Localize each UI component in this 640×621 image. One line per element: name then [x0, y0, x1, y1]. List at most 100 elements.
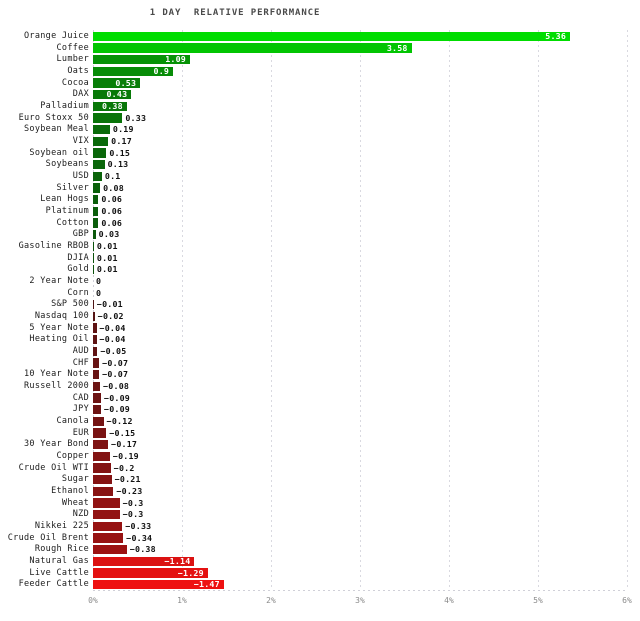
- bar-row[interactable]: GBP 0.03: [0, 228, 640, 240]
- category-label: 10 Year Note: [23, 369, 89, 380]
- category-label: Silver: [56, 182, 89, 193]
- bar[interactable]: [93, 218, 99, 228]
- bar[interactable]: [93, 346, 98, 356]
- bar-row[interactable]: Soybean Meal 0.19: [0, 123, 640, 135]
- bar-row[interactable]: Platinum 0.06: [0, 205, 640, 217]
- bar-row[interactable]: Heating Oil −0.04: [0, 333, 640, 345]
- bar-row[interactable]: Cocoa 0.53: [0, 77, 640, 89]
- bar[interactable]: [93, 124, 110, 135]
- category-label: Copper: [56, 451, 89, 461]
- bar-row[interactable]: Silver 0.08: [0, 182, 640, 194]
- bar[interactable]: [93, 509, 120, 520]
- bar-row[interactable]: Sugar −0.21: [0, 473, 640, 485]
- bar[interactable]: [93, 498, 120, 508]
- bar-row[interactable]: 2 Year Note 0: [0, 275, 640, 287]
- bar-row[interactable]: VIX 0.17: [0, 135, 640, 147]
- bar[interactable]: [93, 486, 114, 496]
- bar-value-label: 0: [96, 276, 102, 286]
- bar-row[interactable]: CHF −0.07: [0, 357, 640, 369]
- bar[interactable]: [93, 148, 107, 158]
- bar[interactable]: [93, 393, 101, 403]
- bar-row[interactable]: Copper −0.19: [0, 450, 640, 462]
- bar-row[interactable]: Russell 2000 −0.08: [0, 380, 640, 392]
- bar[interactable]: [93, 229, 96, 240]
- bar-row[interactable]: DAX 0.43: [0, 88, 640, 100]
- bar[interactable]: [93, 474, 112, 485]
- bar-row[interactable]: S&P 500 −0.01: [0, 298, 640, 310]
- bar-row[interactable]: DJIA 0.01: [0, 252, 640, 264]
- bar-row[interactable]: 30 Year Bond −0.17: [0, 438, 640, 450]
- bar-value-label: −0.15: [109, 427, 136, 438]
- bar-row[interactable]: Coffee 3.58: [0, 42, 640, 54]
- bar-row[interactable]: Palladium 0.38: [0, 100, 640, 112]
- bar-row[interactable]: Gold 0.01: [0, 263, 640, 275]
- bar[interactable]: [93, 311, 95, 321]
- bar-row[interactable]: EUR −0.15: [0, 427, 640, 439]
- x-tick-5%: 5%: [533, 596, 543, 605]
- bar-row[interactable]: Crude Oil Brent −0.34: [0, 532, 640, 544]
- bar-row[interactable]: Corn 0: [0, 287, 640, 299]
- bar[interactable]: [93, 323, 97, 333]
- bar[interactable]: [93, 206, 99, 216]
- bar-value-label: −1.14: [164, 556, 191, 566]
- bar[interactable]: [93, 358, 100, 368]
- bar[interactable]: [93, 463, 111, 473]
- bar[interactable]: [93, 299, 94, 310]
- category-label: 2 Year Note: [29, 276, 89, 286]
- bar[interactable]: [93, 369, 100, 380]
- bar-row[interactable]: Nasdaq 100 −0.02: [0, 310, 640, 322]
- bar-row[interactable]: Euro Stoxx 50 0.33: [0, 112, 640, 124]
- bar-row[interactable]: Canola −0.12: [0, 415, 640, 427]
- bar[interactable]: [93, 428, 107, 438]
- bar[interactable]: [93, 416, 104, 426]
- category-label: AUD: [72, 346, 89, 356]
- bar-row[interactable]: NZD −0.3: [0, 508, 640, 520]
- bar-row[interactable]: Lumber 1.09: [0, 53, 640, 65]
- category-label: VIX: [72, 136, 89, 146]
- bar-row[interactable]: Nikkei 225 −0.33: [0, 520, 640, 532]
- bar-row[interactable]: Feeder Cattle −1.47: [0, 578, 640, 590]
- bar[interactable]: [93, 334, 97, 345]
- bar[interactable]: [93, 404, 101, 415]
- bar[interactable]: [93, 171, 102, 181]
- bar-row[interactable]: Live Cattle −1.29: [0, 567, 640, 579]
- bar-row[interactable]: Wheat −0.3: [0, 497, 640, 509]
- bar[interactable]: [93, 241, 94, 251]
- bar[interactable]: [93, 381, 101, 391]
- bar-row[interactable]: Natural Gas −1.14: [0, 555, 640, 567]
- category-label: Lumber: [56, 54, 89, 65]
- bar-row[interactable]: Soybean oil 0.15: [0, 147, 640, 159]
- bar[interactable]: [93, 136, 109, 146]
- bar-row[interactable]: Gasoline RBOB 0.01: [0, 240, 640, 252]
- bar-row[interactable]: Soybeans 0.13: [0, 158, 640, 170]
- category-label: Crude Oil Brent: [7, 532, 89, 543]
- bar[interactable]: [93, 159, 105, 170]
- bar[interactable]: [93, 194, 99, 205]
- bar[interactable]: [93, 521, 123, 531]
- x-axis-line: [93, 590, 627, 591]
- bar-row[interactable]: Orange Juice 5.36: [0, 30, 640, 42]
- bar-row[interactable]: Ethanol −0.23: [0, 485, 640, 497]
- bar-row[interactable]: Rough Rice −0.38: [0, 543, 640, 555]
- bar[interactable]: [93, 253, 94, 263]
- bar[interactable]: [93, 183, 101, 193]
- bar-row[interactable]: 10 Year Note −0.07: [0, 368, 640, 380]
- bar-row[interactable]: Cotton 0.06: [0, 217, 640, 229]
- bar-row[interactable]: AUD −0.05: [0, 345, 640, 357]
- bar[interactable]: [93, 439, 109, 450]
- bar-value-label: −0.07: [102, 357, 129, 368]
- bar-row[interactable]: JPY −0.09: [0, 403, 640, 415]
- bar-row[interactable]: Crude Oil WTI −0.2: [0, 462, 640, 474]
- bar-row[interactable]: CAD −0.09: [0, 392, 640, 404]
- bar[interactable]: [93, 544, 127, 555]
- bar[interactable]: [93, 533, 124, 543]
- bar[interactable]: [93, 113, 123, 123]
- category-label: 5 Year Note: [29, 322, 89, 333]
- bar-row[interactable]: Lean Hogs 0.06: [0, 193, 640, 205]
- bar-row[interactable]: Oats 0.9: [0, 65, 640, 77]
- bar-row[interactable]: 5 Year Note −0.04: [0, 322, 640, 334]
- bar-row[interactable]: USD 0.1: [0, 170, 640, 182]
- bar[interactable]: [93, 264, 94, 275]
- bar[interactable]: [93, 451, 110, 461]
- category-label: 30 Year Bond: [23, 439, 89, 450]
